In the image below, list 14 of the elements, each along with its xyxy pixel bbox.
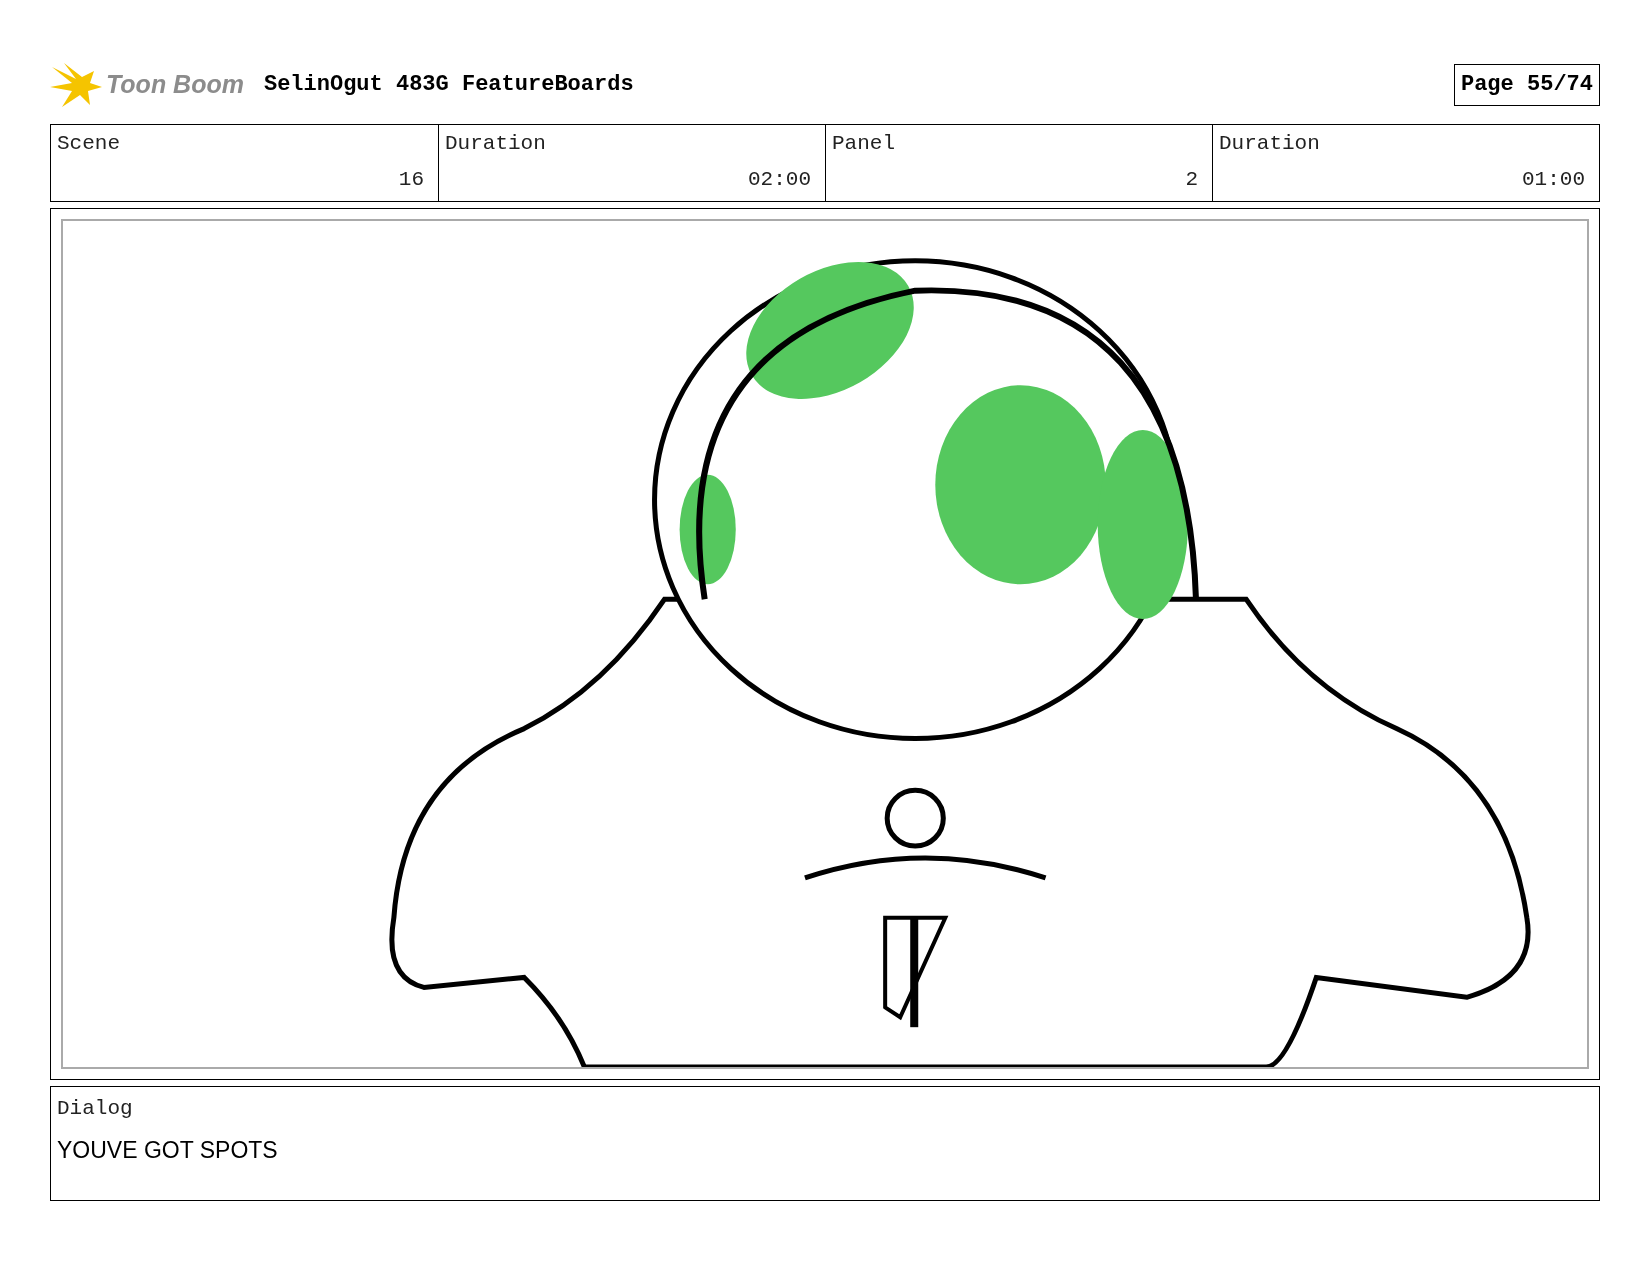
dialog-label: Dialog [57,1096,133,1122]
logo-text: Toon Boom [106,68,244,100]
dialog-text: YOUVE GOT SPOTS [57,1135,278,1165]
field-label: Scene [57,131,120,157]
starburst-icon [50,60,102,109]
field-value: 16 [398,166,424,193]
field-value: 01:00 [1522,166,1585,193]
field-label: Panel [832,131,895,157]
field-label: Duration [445,131,546,157]
field-label: Duration [1219,131,1320,157]
field-value: 2 [1185,166,1198,193]
project-title: SelinOgut 483G FeatureBoards [263,71,634,99]
page-number: Page 55/74 [1453,63,1600,106]
field-value: 02:00 [748,166,811,193]
